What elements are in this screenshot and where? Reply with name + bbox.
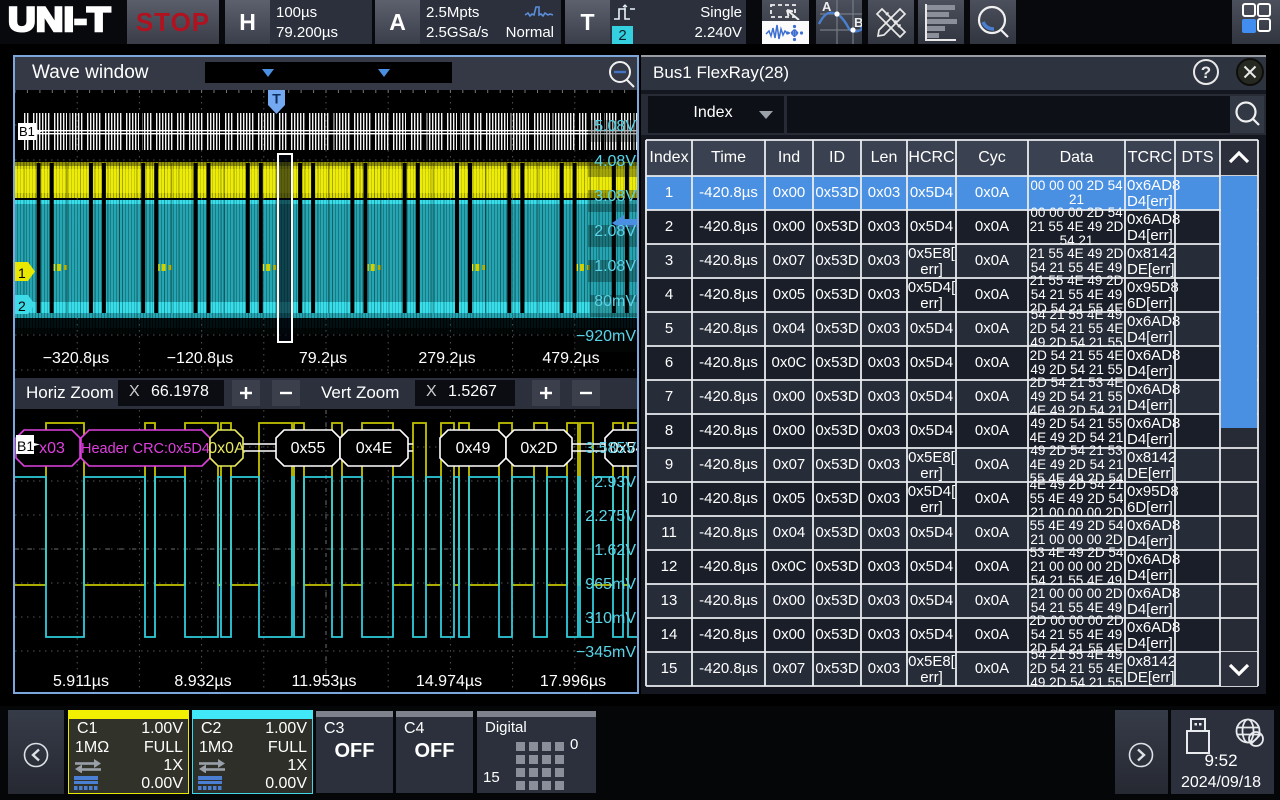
svg-text:Header CRC:0x5D4: Header CRC:0x5D4 [81,441,210,457]
svg-text:−920mV: −920mV [576,328,636,345]
svg-text:1.08V: 1.08V [594,258,636,275]
svg-text:5.911µs: 5.911µs [53,673,109,690]
svg-text:3.08V: 3.08V [594,188,636,205]
svg-text:0x49: 0x49 [456,440,491,457]
svg-text:310mV: 310mV [585,610,636,627]
svg-text:1.62V: 1.62V [594,542,636,559]
svg-text:T: T [272,91,281,107]
svg-text:0x55: 0x55 [291,440,326,457]
svg-text:3.585V: 3.585V [585,440,636,457]
svg-text:2: 2 [18,298,26,314]
svg-text:14.974µs: 14.974µs [416,673,482,690]
svg-text:0x2D: 0x2D [520,440,557,457]
svg-text:4.08V: 4.08V [594,153,636,170]
svg-text:8.932µs: 8.932µs [174,673,231,690]
svg-text:B1: B1 [17,438,34,454]
svg-text:2.275V: 2.275V [585,508,636,525]
svg-text:x03: x03 [39,440,65,457]
svg-text:−345mV: −345mV [576,644,636,661]
svg-text:80mV: 80mV [594,293,636,310]
svg-text:11.953µs: 11.953µs [292,673,357,690]
svg-text:0x0A: 0x0A [208,440,245,457]
svg-text:1: 1 [18,265,26,281]
svg-text:0x4E: 0x4E [356,440,392,457]
svg-text:2.08V: 2.08V [594,223,636,240]
svg-text:B1: B1 [19,124,35,139]
svg-text:965mV: 965mV [585,576,636,593]
svg-text:B: B [854,15,862,30]
svg-text:17.996µs: 17.996µs [540,673,606,690]
svg-text:2.93V: 2.93V [594,474,636,491]
svg-text:A: A [822,0,832,14]
svg-text:5.08V: 5.08V [594,118,636,135]
